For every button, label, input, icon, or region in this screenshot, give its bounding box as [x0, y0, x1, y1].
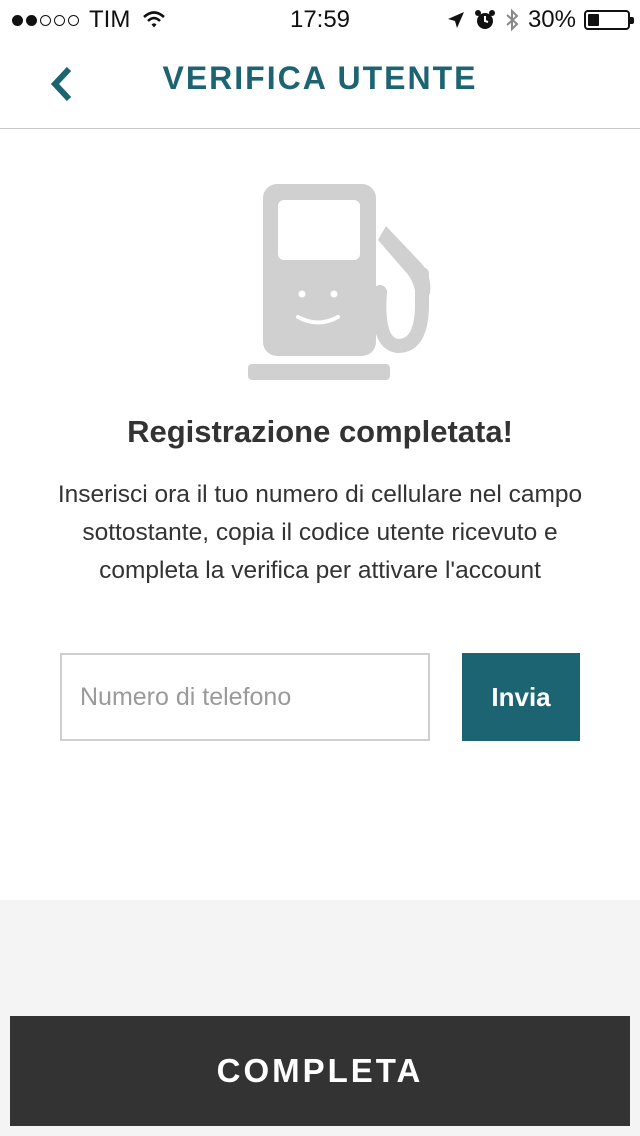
- complete-button[interactable]: COMPLETA: [10, 1016, 630, 1126]
- battery-level: [588, 14, 599, 26]
- battery-percentage: 30%: [527, 6, 576, 33]
- send-button[interactable]: Invia: [462, 653, 580, 741]
- battery-tip: [630, 17, 634, 24]
- alarm-icon: [474, 10, 495, 29]
- fuel-pump-icon: [248, 184, 431, 380]
- nav-header: VERIFICA UTENTE: [0, 40, 640, 129]
- battery-icon: [584, 10, 634, 30]
- page-title: VERIFICA UTENTE: [162, 60, 478, 96]
- status-right: 30%: [446, 6, 634, 33]
- bluetooth-icon: [506, 8, 519, 32]
- completion-title: Registrazione completata!: [127, 414, 513, 449]
- phone-number-input[interactable]: [60, 653, 430, 741]
- status-bar: TIM 17:59 30%: [0, 0, 640, 40]
- instructions-text: Inserisci ora il tuo numero di cellulare…: [57, 481, 583, 584]
- location-arrow-icon: [447, 12, 464, 28]
